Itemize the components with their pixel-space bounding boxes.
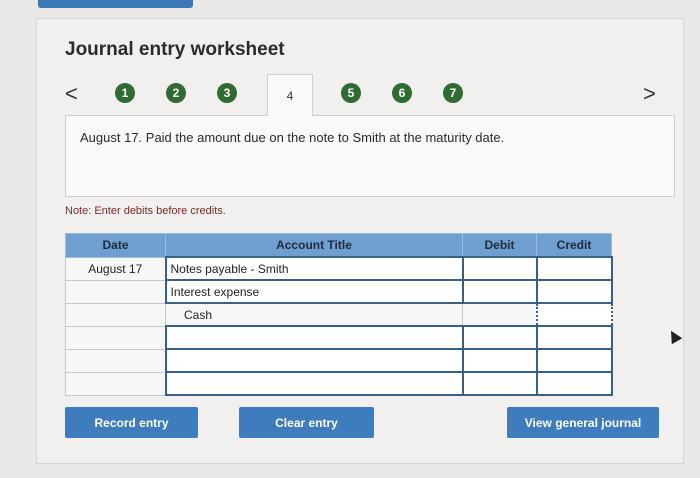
- journal-table: Date Account Title Debit Credit August 1…: [65, 233, 613, 396]
- debit-cell[interactable]: [461, 348, 538, 373]
- credit-cell[interactable]: [535, 371, 613, 396]
- step-7[interactable]: 7: [443, 83, 463, 103]
- next-arrow-icon[interactable]: >: [643, 83, 656, 105]
- credit-cell[interactable]: [535, 302, 613, 327]
- date-cell[interactable]: [65, 325, 166, 350]
- debit-cell[interactable]: [461, 325, 538, 350]
- header-credit: Credit: [536, 233, 612, 258]
- account-cell[interactable]: Notes payable - Smith: [164, 256, 464, 281]
- debit-cell[interactable]: [462, 302, 537, 327]
- account-cell[interactable]: [164, 348, 464, 373]
- record-entry-button[interactable]: Record entry: [65, 407, 198, 438]
- table-header-row: Date Account Title Debit Credit: [65, 233, 612, 258]
- clear-entry-button[interactable]: Clear entry: [239, 407, 374, 438]
- account-cell[interactable]: [164, 371, 464, 396]
- credit-cell[interactable]: [535, 348, 613, 373]
- step-1[interactable]: 1: [115, 83, 135, 103]
- worksheet-panel: Journal entry worksheet < > 1 2 3 4 5 6 …: [36, 18, 684, 464]
- date-cell[interactable]: [65, 302, 166, 327]
- account-cell[interactable]: [164, 325, 464, 350]
- step-5[interactable]: 5: [341, 83, 361, 103]
- date-cell[interactable]: August 17: [65, 256, 166, 281]
- date-cell[interactable]: [65, 348, 166, 373]
- table-row: [65, 348, 613, 373]
- step-3[interactable]: 3: [217, 83, 237, 103]
- transaction-description: August 17. Paid the amount due on the no…: [80, 130, 505, 145]
- header-account-title: Account Title: [165, 233, 463, 258]
- transaction-description-box: August 17. Paid the amount due on the no…: [65, 115, 675, 197]
- date-cell[interactable]: [65, 371, 166, 396]
- debit-cell[interactable]: [461, 256, 538, 281]
- view-general-journal-button[interactable]: View general journal: [507, 407, 659, 438]
- debit-credit-note: Note: Enter debits before credits.: [65, 205, 226, 217]
- table-row: [65, 371, 613, 396]
- top-tab-bar: [38, 0, 193, 8]
- table-row: August 17 Notes payable - Smith: [65, 256, 613, 281]
- credit-cell[interactable]: [535, 256, 613, 281]
- step-2[interactable]: 2: [166, 83, 186, 103]
- header-date: Date: [65, 233, 166, 258]
- credit-cell[interactable]: [535, 325, 613, 350]
- step-4-active-tab[interactable]: 4: [267, 74, 313, 116]
- account-cell[interactable]: Cash: [165, 302, 463, 327]
- debit-cell[interactable]: [461, 371, 538, 396]
- worksheet-title: Journal entry worksheet: [65, 39, 285, 60]
- header-debit: Debit: [462, 233, 537, 258]
- date-cell[interactable]: [65, 279, 166, 304]
- table-row: [65, 325, 613, 350]
- prev-arrow-icon[interactable]: <: [65, 83, 78, 105]
- account-cell[interactable]: Interest expense: [164, 279, 464, 304]
- table-row: Cash: [65, 302, 613, 327]
- step-6[interactable]: 6: [392, 83, 412, 103]
- credit-cell[interactable]: [535, 279, 613, 304]
- debit-cell[interactable]: [461, 279, 538, 304]
- table-row: Interest expense: [65, 279, 613, 304]
